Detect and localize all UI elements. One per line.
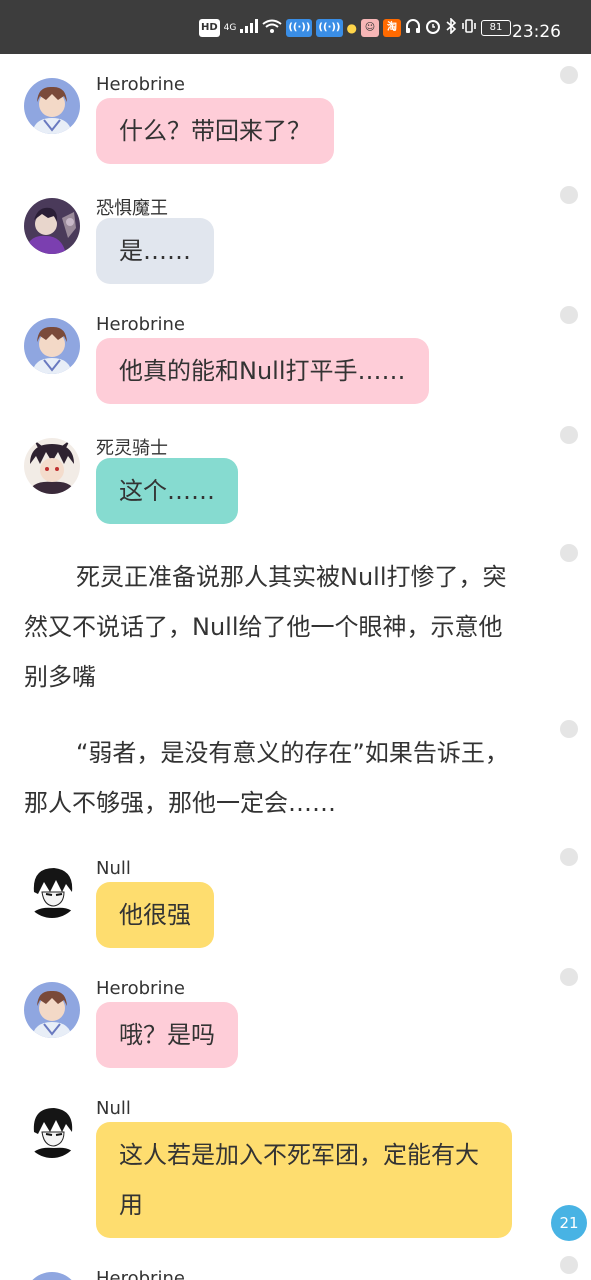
sender-name: Null xyxy=(96,1098,131,1119)
avatar-herobrine[interactable] xyxy=(24,982,80,1038)
sender-name: Null xyxy=(96,858,131,879)
bulb-icon: ● xyxy=(346,20,357,35)
select-dot[interactable] xyxy=(560,66,578,84)
bluetooth-icon xyxy=(445,17,457,37)
hd-badge: HD xyxy=(198,18,220,37)
message-bubble[interactable]: 他很强 xyxy=(96,882,214,948)
chat-message: Null 这人若是加入不死军团，定能有大用 xyxy=(24,1098,564,1252)
message-bubble[interactable]: 他真的能和Null打平手…… xyxy=(96,338,429,404)
unread-count-badge[interactable]: 21 xyxy=(551,1205,587,1241)
avatar-herobrine[interactable] xyxy=(24,78,80,134)
message-bubble[interactable]: 什么？带回来了？ xyxy=(96,98,334,164)
chat-feed[interactable]: Herobrine 什么？带回来了？ 恐惧魔王 是…… Herobrine 他真… xyxy=(0,54,591,1280)
sender-name: Herobrine xyxy=(96,314,185,335)
clock: 23:26 xyxy=(512,22,561,42)
message-bubble[interactable]: 是…… xyxy=(96,218,214,284)
avatar-fear-king[interactable] xyxy=(24,198,80,254)
vibrate-icon xyxy=(461,18,477,37)
message-bubble[interactable]: 这人若是加入不死军团，定能有大用 xyxy=(96,1122,512,1238)
select-dot[interactable] xyxy=(560,720,578,738)
status-bar: HD 4G ((·)) ((·)) ● ☺ 淘 81 23:26 xyxy=(0,0,591,54)
chat-message: Herobrine 他真的能和Null打平手…… xyxy=(24,314,564,438)
select-dot[interactable] xyxy=(560,306,578,324)
battery-icon: 81 xyxy=(481,19,511,36)
alarm-icon xyxy=(425,18,441,37)
chat-message: Herobrine 哦？是吗 xyxy=(24,978,564,1102)
select-dot[interactable] xyxy=(560,186,578,204)
sender-name: Herobrine xyxy=(96,74,185,95)
headphones-icon xyxy=(405,18,421,37)
narration-paragraph: 死灵正准备说那人其实被Null打惨了，突然又不说话了，Null给了他一个眼神，示… xyxy=(24,563,507,691)
select-dot[interactable] xyxy=(560,848,578,866)
app-avatar-icon: ☺ xyxy=(361,18,379,37)
sender-name: Herobrine xyxy=(96,1268,185,1280)
avatar-herobrine[interactable] xyxy=(24,318,80,374)
avatar-null[interactable] xyxy=(24,862,80,918)
chat-message: Herobrine 什么？带回来了？ xyxy=(24,74,564,198)
select-dot[interactable] xyxy=(560,968,578,986)
select-dot[interactable] xyxy=(560,544,578,562)
select-dot[interactable] xyxy=(560,1256,578,1274)
hotspot-icon: ((·)) xyxy=(286,18,313,37)
chat-message: Herobrine xyxy=(24,1268,564,1280)
sender-name: 死灵骑士 xyxy=(96,438,168,459)
chat-message: Null 他很强 xyxy=(24,858,564,982)
sender-name: 恐惧魔王 xyxy=(96,198,168,219)
chat-message: 死灵骑士 这个…… xyxy=(24,438,564,558)
chat-message: 恐惧魔王 是…… xyxy=(24,198,564,318)
select-dot[interactable] xyxy=(560,426,578,444)
avatar-herobrine[interactable] xyxy=(24,1272,80,1280)
message-bubble[interactable]: 这个…… xyxy=(96,458,238,524)
signal-icon xyxy=(240,19,259,36)
avatar-null[interactable] xyxy=(24,1102,80,1158)
hotspot-icon-2: ((·)) xyxy=(316,18,343,37)
avatar-death-knight[interactable] xyxy=(24,438,80,494)
status-icons: HD 4G ((·)) ((·)) ● ☺ 淘 81 xyxy=(198,17,511,37)
narration-paragraph: “弱者，是没有意义的存在”如果告诉王，那人不够强，那他一定会…… xyxy=(24,739,509,817)
taobao-icon: 淘 xyxy=(383,18,401,37)
message-bubble[interactable]: 哦？是吗 xyxy=(96,1002,238,1068)
sender-name: Herobrine xyxy=(96,978,185,999)
network-type: 4G xyxy=(223,22,237,33)
wifi-icon xyxy=(262,19,282,36)
